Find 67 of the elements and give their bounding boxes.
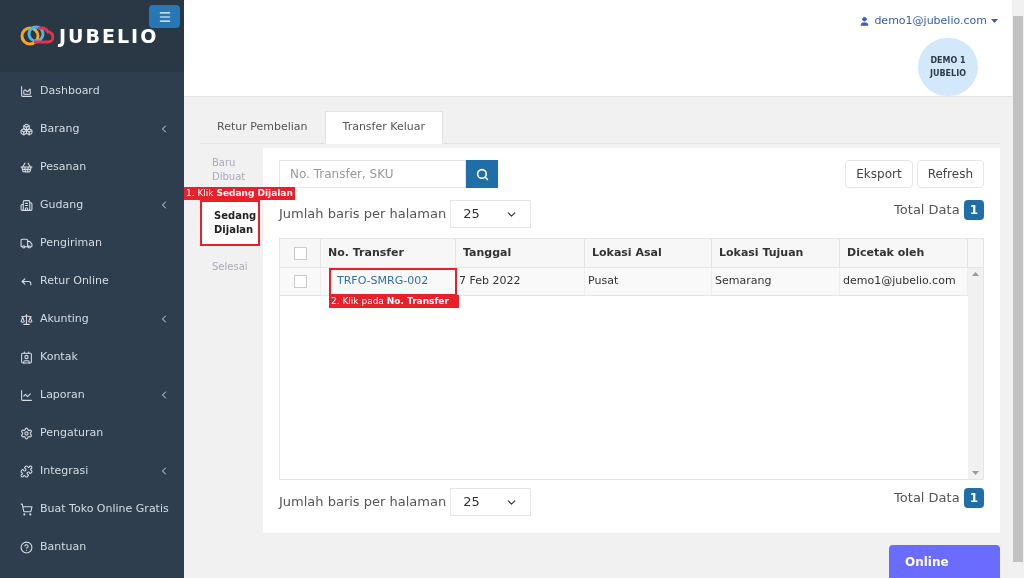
cart-icon: [20, 502, 33, 516]
table-cell: Semarang: [712, 268, 840, 295]
sidebar-item[interactable]: Barang: [0, 110, 184, 148]
total-data-label: Total Data: [894, 201, 960, 220]
column-header[interactable]: Dicetak oleh: [840, 239, 968, 267]
gears-icon: [20, 426, 33, 440]
menu-icon: [157, 9, 172, 24]
table-scrollbar[interactable]: [968, 268, 983, 479]
logo-icon: [20, 24, 54, 48]
sidebar-item[interactable]: Akunting: [0, 300, 184, 338]
scroll-up-icon: [972, 272, 979, 276]
puzzle-icon: [20, 464, 33, 478]
search-field[interactable]: No. Transfer, SKU: [279, 160, 466, 188]
table-cell: 7 Feb 2022: [456, 268, 585, 295]
scale-icon: [20, 312, 33, 326]
sidebar-item[interactable]: Bantuan: [0, 528, 184, 566]
sidebar-item[interactable]: Pesanan: [0, 148, 184, 186]
table-cell: Pusat: [585, 268, 712, 295]
help-icon: [20, 540, 33, 554]
rows-per-page-select[interactable]: 25: [450, 488, 532, 516]
sidebar-item[interactable]: Dashboard: [0, 72, 184, 110]
total-count: 1: [963, 488, 984, 508]
search-button[interactable]: [466, 160, 498, 188]
sidebar-item[interactable]: Integrasi: [0, 452, 184, 490]
tab[interactable]: Retur Pembelian: [200, 111, 325, 144]
brand-name: JUBELIO: [59, 23, 159, 49]
select-all-checkbox[interactable]: [293, 246, 307, 260]
online-chat-button[interactable]: Online: [889, 545, 1000, 578]
sidebar-item[interactable]: Pengaturan: [0, 414, 184, 452]
avatar[interactable]: DEMO 1 JUBELIO: [918, 37, 978, 96]
rows-per-page-label: Jumlah baris per halaman: [279, 493, 447, 512]
truck-icon: [20, 236, 33, 250]
basket-icon: [20, 160, 33, 174]
sidebar-item[interactable]: Buat Toko Online Gratis: [0, 490, 184, 528]
building-icon: [20, 198, 33, 212]
avatar-text: JUBELIO: [930, 67, 966, 80]
column-header[interactable]: Tanggal: [456, 239, 585, 267]
rows-per-page-label: Jumlah baris per halaman: [279, 205, 447, 224]
column-header[interactable]: Lokasi Asal: [585, 239, 712, 267]
toolbar-button[interactable]: Eksport: [845, 160, 913, 188]
rows-per-page-select[interactable]: 25: [450, 200, 532, 228]
sidebar-item[interactable]: Pengiriman: [0, 224, 184, 262]
sidebar-item[interactable]: Retur Online: [0, 262, 184, 300]
scroll-down-icon: [972, 471, 979, 475]
sidebar-item[interactable]: Laporan: [0, 376, 184, 414]
avatar-text: DEMO 1: [930, 54, 966, 67]
sidebar-item[interactable]: Kontak: [0, 338, 184, 376]
row-checkbox[interactable]: [293, 275, 307, 288]
annotation-label: 2. Klik pada No. Transfer: [329, 295, 459, 308]
total-count: 1: [963, 200, 984, 220]
menu-toggle-button[interactable]: [149, 5, 180, 28]
boxes-icon: [20, 122, 33, 136]
annotation-label: 1. Klik Sedang Dijalan: [184, 187, 295, 200]
line-chart-icon: [20, 388, 33, 402]
total-data-label: Total Data: [894, 489, 960, 508]
column-header[interactable]: No. Transfer: [321, 239, 456, 267]
column-header[interactable]: Lokasi Tujuan: [712, 239, 840, 267]
status-tab[interactable]: Sedang Dijalan: [200, 200, 260, 246]
tab[interactable]: Transfer Keluar: [324, 111, 443, 144]
user-menu[interactable]: demo1@jubelio.com: [859, 13, 998, 30]
toolbar-button[interactable]: Refresh: [916, 160, 984, 188]
user-icon: [859, 15, 871, 27]
area-chart-icon: [20, 84, 33, 98]
caret-down-icon: [991, 19, 998, 24]
search-icon: [475, 167, 489, 181]
sidebar-item[interactable]: Gudang: [0, 186, 184, 224]
contact-card-icon: [20, 350, 33, 364]
